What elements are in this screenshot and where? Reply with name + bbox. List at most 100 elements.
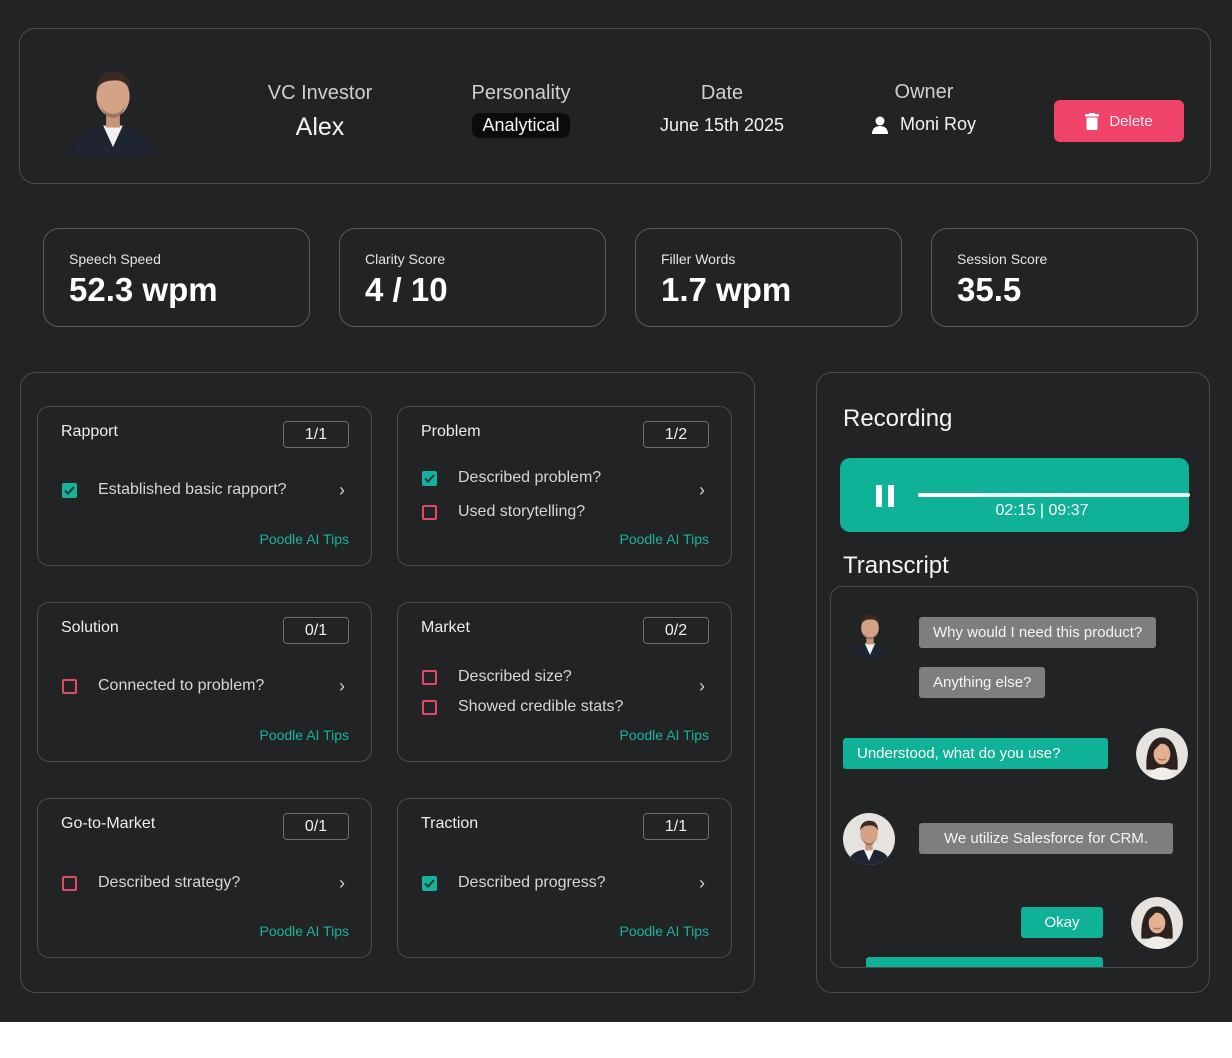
metric-card-speech-speed: Speech Speed 52.3 wpm [43, 228, 310, 327]
pause-icon[interactable] [876, 485, 896, 507]
card-title: Traction [421, 815, 479, 832]
metric-card-filler-words: Filler Words 1.7 wpm [635, 228, 902, 327]
chevron-right-icon[interactable]: › [339, 873, 345, 894]
checklist-item[interactable]: Described problem? [422, 469, 601, 487]
progress-fill [918, 493, 982, 497]
poodle-ai-tips-link[interactable]: Poodle AI Tips [259, 923, 349, 939]
card-score: 1/1 [643, 813, 709, 840]
poodle-ai-tips-link[interactable]: Poodle AI Tips [619, 531, 709, 547]
poodle-ai-tips-link[interactable]: Poodle AI Tips [619, 923, 709, 939]
checkbox-unchecked[interactable] [422, 504, 437, 520]
checklist-item[interactable]: Used storytelling? [422, 503, 585, 521]
card-score: 0/2 [643, 617, 709, 644]
chevron-right-icon[interactable]: › [699, 480, 705, 501]
personality-label: Personality [471, 82, 571, 104]
checklist-item[interactable]: Showed credible stats? [422, 698, 623, 716]
card-score: 0/1 [283, 617, 349, 644]
personality-info: Personality Analytical [431, 82, 611, 138]
checklist-item-label: Showed credible stats? [458, 698, 624, 715]
checklist-item-label: Described progress? [458, 874, 606, 891]
metric-value: 35.5 [957, 271, 1022, 308]
poodle-ai-tips-link[interactable]: Poodle AI Tips [259, 727, 349, 743]
checklist-item-label: Established basic rapport? [98, 481, 287, 498]
checklist-item[interactable]: Described size? [422, 668, 572, 686]
metric-label: Filler Words [661, 251, 736, 267]
recording-title: Recording [843, 405, 953, 432]
user-avatar [1131, 897, 1183, 949]
user-icon [871, 116, 888, 134]
checklist-item-label: Used storytelling? [458, 503, 586, 520]
progress-bar[interactable] [918, 493, 1190, 497]
card-score: 1/2 [643, 421, 709, 448]
app-root: VC Investor Alex Personality Analytical … [0, 0, 1232, 1022]
session-header [19, 28, 1211, 184]
owner-label: Owner [894, 81, 954, 103]
poodle-ai-tips-link[interactable]: Poodle AI Tips [259, 531, 349, 547]
delete-label: Delete [1109, 112, 1153, 130]
checklist-card-rapport: Rapport 1/1 Established basic rapport? ›… [37, 406, 372, 566]
checklist-card-solution: Solution 0/1 Connected to problem? › Poo… [37, 602, 372, 762]
checklist-card-go-to-market: Go-to-Market 0/1 Described strategy? › P… [37, 798, 372, 958]
metric-value: 52.3 wpm [69, 271, 218, 308]
owner-value-row: Moni Roy [834, 114, 1014, 135]
checklist-item[interactable]: Described strategy? [62, 874, 240, 892]
checklist-item-label: Described size? [458, 668, 572, 685]
card-title: Problem [421, 423, 481, 440]
message-investor: We utilize Salesforce for CRM. [919, 823, 1173, 854]
personality-badge: Analytical [472, 113, 570, 138]
checkbox-checked[interactable] [422, 875, 437, 891]
metric-label: Session Score [957, 251, 1048, 267]
investor-role-label: VC Investor [267, 82, 373, 104]
message-user-partial [866, 957, 1103, 967]
chevron-right-icon[interactable]: › [339, 676, 345, 697]
transcript-title: Transcript [843, 552, 949, 579]
checkbox-unchecked[interactable] [62, 678, 77, 694]
date-label: Date [700, 82, 744, 104]
chevron-right-icon[interactable]: › [339, 480, 345, 501]
checklist-item[interactable]: Connected to problem? [62, 677, 264, 695]
investor-avatar [64, 56, 162, 156]
card-score: 0/1 [283, 813, 349, 840]
checkbox-unchecked[interactable] [422, 699, 437, 715]
card-title: Rapport [61, 423, 118, 440]
delete-button[interactable]: Delete [1054, 100, 1184, 142]
owner-info: Owner Moni Roy [834, 81, 1014, 135]
message-investor: Why would I need this product? [919, 617, 1157, 648]
chevron-right-icon[interactable]: › [699, 873, 705, 894]
checklist-item-label: Described problem? [458, 469, 602, 486]
playback-time: 02:15 | 09:37 [995, 502, 1089, 519]
checkbox-unchecked[interactable] [422, 669, 437, 685]
audio-player: 02:15 | 09:37 [840, 458, 1190, 532]
metric-card-clarity-score: Clarity Score 4 / 10 [339, 228, 606, 327]
metric-card-session-score: Session Score 35.5 [931, 228, 1198, 327]
card-title: Solution [61, 619, 119, 636]
trash-icon [1085, 112, 1100, 130]
card-title: Go-to-Market [61, 815, 156, 832]
checklist-card-traction: Traction 1/1 Described progress? › Poodl… [397, 798, 732, 958]
checklist-item-label: Described strategy? [98, 874, 241, 891]
chevron-right-icon[interactable]: › [699, 676, 705, 697]
message-investor: Anything else? [919, 667, 1046, 698]
investor-avatar [844, 607, 896, 659]
message-user: Understood, what do you use? [843, 738, 1108, 769]
checklist-item[interactable]: Described progress? [422, 874, 606, 892]
date-info: Date June 15th 2025 [632, 82, 812, 136]
poodle-ai-tips-link[interactable]: Poodle AI Tips [619, 727, 709, 743]
checklist-item[interactable]: Established basic rapport? [62, 481, 287, 499]
checkbox-checked[interactable] [62, 482, 77, 498]
user-avatar [1136, 728, 1188, 780]
checkbox-unchecked[interactable] [62, 875, 77, 891]
transcript-list[interactable]: Why would I need this product? Anything … [830, 586, 1198, 968]
owner-name: Moni Roy [899, 114, 977, 134]
checkbox-checked[interactable] [422, 470, 437, 486]
date-value: June 15th 2025 [659, 115, 785, 135]
card-title: Market [421, 619, 470, 636]
checklist-card-problem: Problem 1/2 Described problem? Used stor… [397, 406, 732, 566]
checklist-item-label: Connected to problem? [98, 677, 265, 694]
investor-info: VC Investor Alex [230, 82, 410, 142]
metric-label: Clarity Score [365, 251, 446, 267]
metric-value: 4 / 10 [365, 271, 448, 308]
recording-panel: Recording 02:15 | 09:37 Transcript Why w… [816, 372, 1210, 993]
message-user: Okay [1021, 907, 1103, 938]
card-score: 1/1 [283, 421, 349, 448]
